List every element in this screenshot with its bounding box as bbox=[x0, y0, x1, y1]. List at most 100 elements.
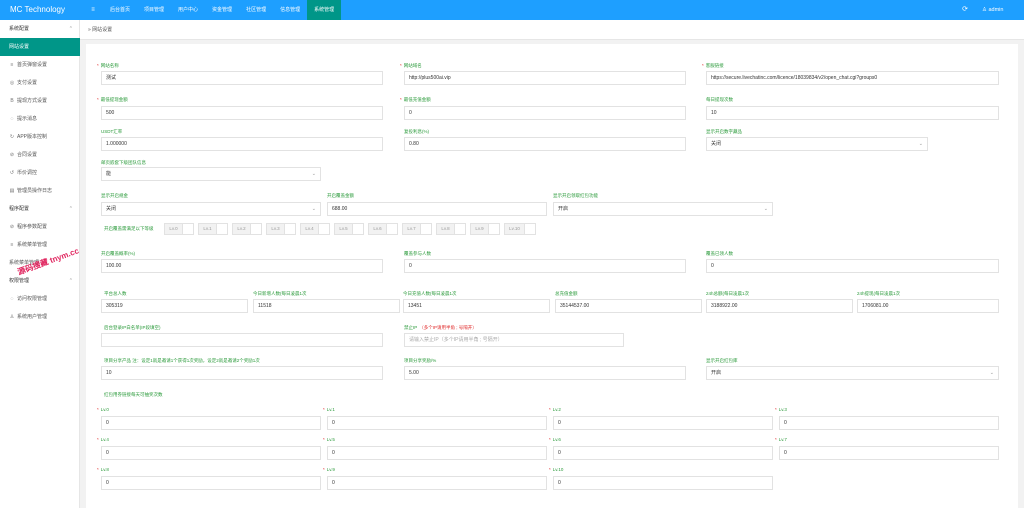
award-amount-input[interactable]: 688.00 bbox=[327, 202, 547, 216]
forbid-ip-input[interactable]: 请输入禁止IP（多个IP请用半角 ; 号隔开） bbox=[404, 333, 624, 347]
sidebar-item-contract[interactable]: ⊘ 合同设置 bbox=[0, 146, 80, 164]
chevron-up-icon: ⌃ bbox=[68, 206, 73, 212]
award-received-label: 覆盖已领人数 bbox=[706, 251, 733, 256]
min-recharge-input[interactable]: 0 bbox=[404, 106, 686, 120]
nav-community[interactable]: 社区管理 bbox=[239, 0, 273, 20]
sidebar-group-permissions[interactable]: 权限管理 ⌃ bbox=[0, 272, 80, 290]
lv-label: * Lv.9 bbox=[323, 467, 335, 472]
level-checkbox-8[interactable]: Lv.8 bbox=[436, 223, 466, 235]
sidebar-item-price-control[interactable]: ↺ 币价调控 bbox=[0, 164, 80, 182]
award-received-input[interactable]: 0 bbox=[706, 259, 999, 273]
nav-messages[interactable]: 信息管理 bbox=[273, 0, 307, 20]
sidebar-item-access-control[interactable]: ◌ 访问权限管理 bbox=[0, 290, 80, 308]
lv-input[interactable]: 0 bbox=[101, 416, 321, 430]
fund-redpacket-select[interactable]: 开启 ⌄ bbox=[553, 202, 773, 216]
sidebar-item-app-version[interactable]: ↻ APP版本控制 bbox=[0, 128, 80, 146]
below-team-select[interactable]: 能 ⌄ bbox=[101, 167, 321, 181]
lv-input[interactable]: 0 bbox=[327, 446, 547, 460]
stat-label: 今日充值人数(每日凌晨1次 bbox=[403, 291, 457, 296]
nav-funds[interactable]: 资金管理 bbox=[205, 0, 239, 20]
level-checkbox-0[interactable]: Lv.0 bbox=[164, 223, 194, 235]
award-participants-label: 覆盖参与人数 bbox=[404, 251, 431, 256]
stat-input[interactable]: 11518 bbox=[253, 299, 400, 313]
lv-input[interactable]: 0 bbox=[327, 476, 547, 490]
menu-toggle-icon[interactable]: ≡ bbox=[86, 0, 100, 20]
lv-input[interactable]: 0 bbox=[553, 476, 773, 490]
lv-input[interactable]: 0 bbox=[553, 416, 773, 430]
project-share-label: 项目分享产品 注：设定1就是邀请1个获得1次奖励，设定2就是邀请2个奖励1次 bbox=[104, 358, 260, 363]
ip-whitelist-input[interactable] bbox=[101, 333, 383, 347]
redpacket-section-title: 红包用券链接每天可抽奖次数 bbox=[104, 392, 163, 397]
sidebar-item-program-params[interactable]: ⊘ 程序参数配置 bbox=[0, 218, 80, 236]
chevron-up-icon: ⌃ bbox=[68, 26, 73, 32]
lv-input[interactable]: 0 bbox=[779, 446, 999, 460]
lv-input[interactable]: 0 bbox=[779, 416, 999, 430]
nav-projects[interactable]: 项目管理 bbox=[137, 0, 171, 20]
stat-input[interactable]: 35144537.00 bbox=[555, 299, 702, 313]
below-team-label: 邮页嵌套下级团队信息 bbox=[101, 160, 146, 165]
stat-label: 今日新增人数(每日凌晨1次 bbox=[253, 291, 307, 296]
circle-icon: ◌ bbox=[10, 116, 14, 122]
project-share-reward-input[interactable]: 5.00 bbox=[404, 366, 686, 380]
sidebar-item-payment[interactable]: ◎ 支付设置 bbox=[0, 74, 80, 92]
level-checkbox-6[interactable]: Lv.6 bbox=[368, 223, 398, 235]
sidebar-group-program-config[interactable]: 程序配置 ⌃ bbox=[0, 200, 80, 218]
lv-input[interactable]: 0 bbox=[327, 416, 547, 430]
stat-input[interactable]: 13451 bbox=[403, 299, 550, 313]
project-share-input[interactable]: 10 bbox=[101, 366, 383, 380]
service-link-label: * 客服链接 bbox=[702, 63, 724, 68]
lv-label: * Lv.4 bbox=[97, 437, 109, 442]
stat-input[interactable]: 1706081.00 bbox=[857, 299, 999, 313]
digital-currency-select[interactable]: 关闭 ⌄ bbox=[706, 137, 928, 151]
scale-award-select[interactable]: 关闭 ⌄ bbox=[101, 202, 321, 216]
lv-input[interactable]: 0 bbox=[101, 446, 321, 460]
fee-rate-input[interactable]: 0.80 bbox=[404, 137, 686, 151]
user-menu[interactable]: ♙ admin bbox=[982, 0, 1003, 20]
award-amount-label: 开启覆盖金额 bbox=[327, 193, 354, 198]
sidebar-item-site-settings[interactable]: 网站设置 bbox=[0, 38, 80, 56]
lv-input[interactable]: 0 bbox=[101, 476, 321, 490]
chevron-down-icon: ⌄ bbox=[989, 370, 994, 376]
level-checkbox-10[interactable]: Lv.10 bbox=[504, 223, 536, 235]
level-checkbox-2[interactable]: Lv.2 bbox=[232, 223, 262, 235]
award-ratio-input[interactable]: 100.00 bbox=[101, 259, 383, 273]
usdt-rate-input[interactable]: 1.000000 bbox=[101, 137, 383, 151]
level-checkbox-4[interactable]: Lv.4 bbox=[300, 223, 330, 235]
level-checkbox-3[interactable]: Lv.3 bbox=[266, 223, 296, 235]
nav-users[interactable]: 用户中心 bbox=[171, 0, 205, 20]
chevron-down-icon: ⌄ bbox=[918, 141, 923, 147]
daily-withdraw-input[interactable]: 10 bbox=[706, 106, 999, 120]
lv-input[interactable]: 0 bbox=[553, 446, 773, 460]
fee-rate-label: 复投利息(%) bbox=[404, 129, 429, 134]
sidebar-item-messages[interactable]: ◌ 提示消息 bbox=[0, 110, 80, 128]
app-logo: MC Technology bbox=[10, 5, 65, 14]
sidebar-item-home-popup[interactable]: ≡ 首页弹窗设置 bbox=[0, 56, 80, 74]
breadcrumb-current[interactable]: 网站设置 bbox=[92, 27, 112, 33]
level-checkbox-5[interactable]: Lv.5 bbox=[334, 223, 364, 235]
refresh-icon[interactable]: ⟳ bbox=[958, 0, 972, 20]
service-link-input[interactable]: https://secure.livechatinc.com/licence/1… bbox=[706, 71, 999, 85]
site-domain-label: * 网站域名 bbox=[400, 63, 422, 68]
sidebar-item-system-users[interactable]: ♙ 系统用户管理 bbox=[0, 308, 80, 326]
user-icon: ♙ bbox=[9, 314, 15, 320]
show-redpacket-select[interactable]: 开启 ⌄ bbox=[706, 366, 999, 380]
site-domain-input[interactable]: http://plus500ai.vip bbox=[404, 71, 686, 85]
stat-input[interactable]: 3188922.00 bbox=[706, 299, 853, 313]
award-participants-input[interactable]: 0 bbox=[404, 259, 686, 273]
nav-system[interactable]: 系统管理 bbox=[307, 0, 342, 20]
level-checkbox-7[interactable]: Lv.7 bbox=[402, 223, 432, 235]
min-withdraw-input[interactable]: 500 bbox=[101, 106, 383, 120]
stat-label: 总充值金额 bbox=[555, 291, 578, 296]
lv-label: * Lv.2 bbox=[549, 407, 561, 412]
sidebar-item-withdraw-methods[interactable]: B 提现方式设置 bbox=[0, 92, 80, 110]
link-icon: ⊘ bbox=[9, 152, 15, 158]
level-checkbox-1[interactable]: Lv.1 bbox=[198, 223, 228, 235]
sidebar-group-system-config[interactable]: 系统配置 ⌃ bbox=[0, 20, 80, 38]
lv-label: * Lv.0 bbox=[97, 407, 109, 412]
sidebar-item-admin-log[interactable]: ▤ 管理员操作日志 bbox=[0, 182, 80, 200]
site-name-input[interactable]: 测试 bbox=[101, 71, 383, 85]
level-checkbox-9[interactable]: Lv.9 bbox=[470, 223, 500, 235]
nav-home[interactable]: 后台首页 bbox=[103, 0, 137, 20]
stat-input[interactable]: 305319 bbox=[101, 299, 248, 313]
user-name: admin bbox=[988, 7, 1004, 13]
